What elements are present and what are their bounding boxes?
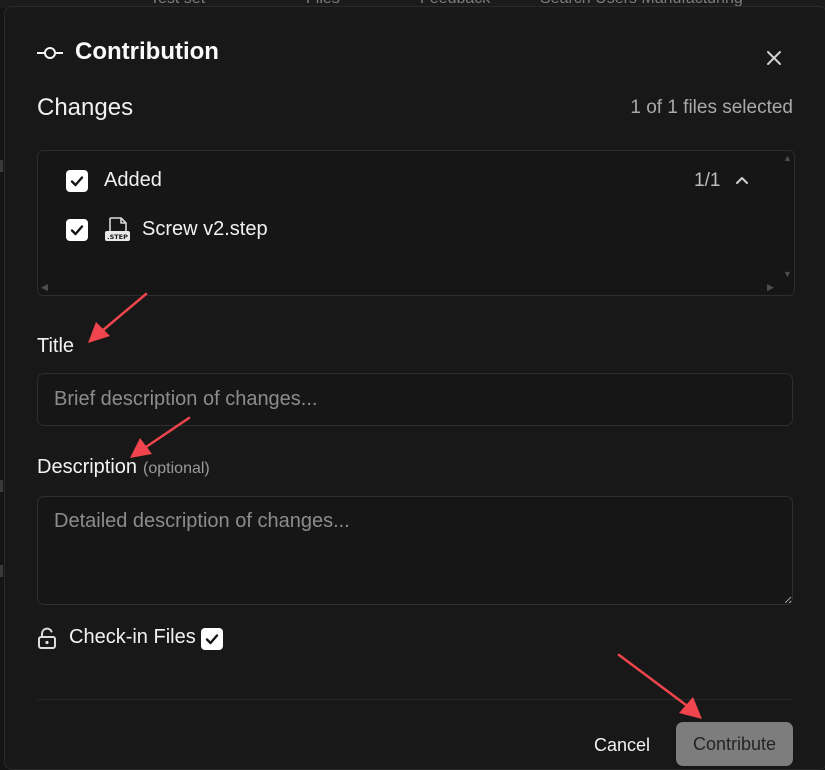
description-input[interactable] [37,496,793,605]
chevron-up-icon[interactable] [735,175,749,185]
scroll-down-arrow[interactable]: ▼ [783,269,792,279]
scroll-right-arrow[interactable]: ▶ [767,282,774,293]
cancel-button[interactable]: Cancel [583,725,661,765]
optional-hint: (optional) [143,460,210,477]
step-file-icon: .STEP [105,217,130,241]
dialog-title: Contribution [75,38,219,65]
contribute-button[interactable]: Contribute [676,722,793,766]
description-label: Description (optional) [37,456,210,479]
scroll-up-arrow[interactable]: ▲ [783,153,792,163]
background-edge [0,565,3,577]
background-edge [0,160,3,172]
title-input[interactable] [37,373,793,426]
scroll-left-arrow[interactable]: ◀ [41,282,48,293]
description-label-text: Description [37,456,138,478]
file-checkbox[interactable] [66,219,88,241]
added-group-label: Added [104,169,162,191]
added-group-checkbox[interactable] [66,170,88,192]
svg-text:.STEP: .STEP [107,233,128,241]
checkin-files-label: Check-in Files [69,626,196,648]
commit-icon [37,47,63,59]
files-selected-count: 1 of 1 files selected [630,97,793,118]
unlock-icon [38,627,56,649]
check-icon [70,225,84,236]
close-icon[interactable] [762,46,786,70]
changes-heading: Changes [37,94,134,121]
footer-divider [37,699,793,700]
checkin-files-checkbox[interactable] [201,628,223,650]
file-name[interactable]: Screw v2.step [142,218,268,241]
title-label: Title [37,335,75,357]
changes-list[interactable]: Added 1/1 .STEP Screw v2.step ▲ ▼ ◀ ▶ [37,150,795,296]
added-group-count: 1/1 [694,170,721,191]
check-icon [70,176,84,187]
check-icon [205,634,219,645]
background-edge [0,480,3,492]
